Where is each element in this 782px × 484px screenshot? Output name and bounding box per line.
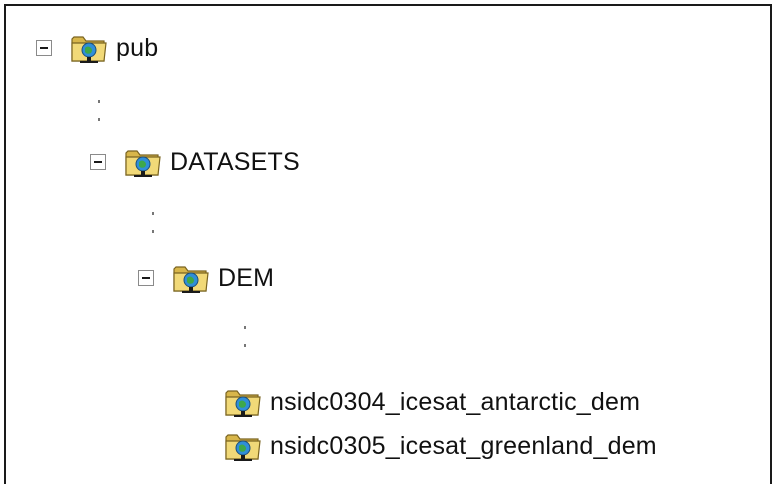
tree-connector-dot bbox=[152, 230, 154, 233]
collapse-toggle[interactable] bbox=[90, 154, 106, 170]
tree-node-pub[interactable]: pub bbox=[36, 26, 158, 70]
node-label: DATASETS bbox=[170, 147, 300, 176]
tree-connector-dot bbox=[244, 344, 246, 347]
tree-connector-dot bbox=[244, 326, 246, 329]
collapse-toggle[interactable] bbox=[138, 270, 154, 286]
tree-connector-dot bbox=[98, 100, 100, 103]
network-folder-icon bbox=[173, 266, 209, 293]
tree-view: pub DATASETS DEM nsidc0304_icesat_antarc… bbox=[4, 4, 772, 484]
network-folder-icon bbox=[225, 390, 261, 417]
tree-node-datasets[interactable]: DATASETS bbox=[90, 140, 300, 184]
collapse-toggle[interactable] bbox=[36, 40, 52, 56]
tree-node-nsidc0304[interactable]: nsidc0304_icesat_antarctic_dem bbox=[224, 380, 640, 424]
node-label: nsidc0304_icesat_antarctic_dem bbox=[270, 387, 641, 416]
node-label: pub bbox=[116, 33, 159, 62]
tree-node-dem[interactable]: DEM bbox=[138, 256, 274, 300]
tree-connector-dot bbox=[98, 118, 100, 121]
network-folder-icon bbox=[71, 36, 107, 63]
network-folder-icon bbox=[225, 434, 261, 461]
node-label: nsidc0305_icesat_greenland_dem bbox=[270, 431, 657, 460]
node-label: DEM bbox=[218, 263, 275, 292]
tree-node-nsidc0305[interactable]: nsidc0305_icesat_greenland_dem bbox=[224, 424, 657, 468]
tree-connector-dot bbox=[152, 212, 154, 215]
network-folder-icon bbox=[125, 150, 161, 177]
